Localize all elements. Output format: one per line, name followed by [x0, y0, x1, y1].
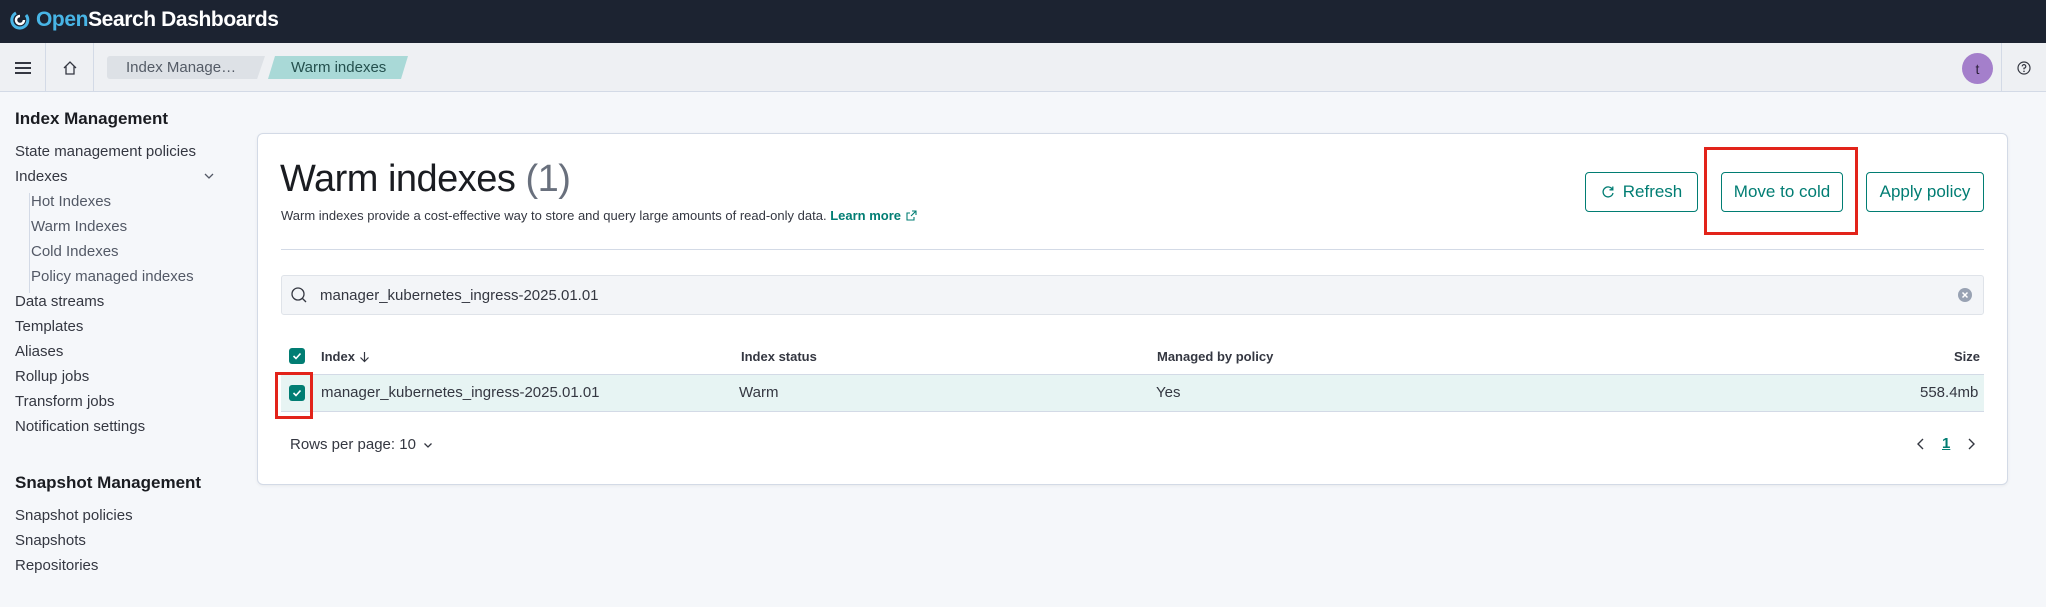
chevron-down-icon[interactable]	[202, 169, 216, 183]
sidebar-item-notification-settings[interactable]: Notification settings	[15, 417, 145, 437]
chevron-right-icon[interactable]	[1963, 436, 1979, 452]
apply-policy-button[interactable]: Apply policy	[1866, 172, 1984, 212]
move-to-cold-label: Move to cold	[1733, 182, 1831, 201]
top-header: OpenSearch Dashboards	[0, 0, 2046, 43]
sidebar: Index Management State management polici…	[0, 92, 240, 607]
sidebar-item-snapshot-policies[interactable]: Snapshot policies	[15, 506, 133, 526]
divider	[281, 249, 1984, 250]
logo-text: OpenSearch Dashboards	[36, 8, 279, 31]
sidebar-item-templates[interactable]: Templates	[15, 317, 83, 337]
divider	[2001, 43, 2002, 92]
select-all-checkbox[interactable]	[289, 348, 305, 364]
page-description: Warm indexes provide a cost-effective wa…	[281, 208, 917, 223]
sort-arrow-down-icon	[360, 352, 369, 363]
sidebar-item-transform-jobs[interactable]: Transform jobs	[15, 392, 114, 412]
refresh-label: Refresh	[1622, 182, 1683, 201]
sidebar-item-rollup-jobs[interactable]: Rollup jobs	[15, 367, 89, 387]
home-button[interactable]	[46, 43, 94, 92]
sidebar-item-snapshots[interactable]: Snapshots	[15, 531, 86, 551]
page-title: Warm indexes (1)	[280, 158, 571, 200]
sidebar-item-cold-indexes[interactable]: Cold Indexes	[31, 242, 119, 262]
apply-policy-label: Apply policy	[1879, 182, 1971, 201]
refresh-button[interactable]: Refresh	[1585, 172, 1698, 212]
chevron-left-icon[interactable]	[1913, 436, 1929, 452]
hamburger-icon	[14, 61, 31, 74]
checkmark-icon	[292, 389, 302, 397]
user-avatar[interactable]: t	[1962, 53, 1993, 84]
help-button[interactable]	[2012, 56, 2036, 80]
snapshot-management-title: Snapshot Management	[15, 473, 202, 492]
column-header-index[interactable]: Index	[321, 349, 370, 364]
index-management-title: Index Management	[15, 109, 169, 128]
menu-button[interactable]	[0, 43, 46, 92]
breadcrumb-warm-indexes: Warm indexes	[268, 56, 408, 79]
rows-per-page-selector[interactable]: Rows per page: 10	[290, 436, 434, 453]
opensearch-logo-icon	[10, 10, 30, 30]
external-link-icon	[906, 210, 917, 221]
cell-status: Warm	[739, 384, 779, 401]
nav-bar: Index Manage… Warm indexes t	[0, 43, 2046, 92]
column-header-managed-by-policy[interactable]: Managed by policy	[1157, 349, 1273, 364]
sidebar-item-warm-indexes[interactable]: Warm Indexes	[31, 217, 127, 237]
home-icon	[63, 60, 76, 75]
chevron-down-icon	[423, 442, 432, 448]
breadcrumb-index-management[interactable]: Index Manage…	[107, 56, 265, 79]
sidebar-item-aliases[interactable]: Aliases	[15, 342, 63, 362]
cell-index: manager_kubernetes_ingress-2025.01.01	[321, 384, 600, 401]
learn-more-link[interactable]: Learn more	[830, 208, 917, 223]
avatar-initial: t	[1975, 60, 1980, 77]
sidebar-item-state-management-policies[interactable]: State management policies	[15, 142, 196, 162]
checkmark-icon	[292, 352, 302, 360]
opensearch-logo[interactable]: OpenSearch Dashboards	[10, 5, 279, 35]
page-number[interactable]: 1	[1942, 435, 1950, 452]
clear-icon[interactable]	[1956, 286, 1974, 304]
sidebar-item-repositories[interactable]: Repositories	[15, 556, 98, 576]
search-input[interactable]	[320, 285, 1920, 305]
cell-size: 558.4mb	[1920, 384, 1979, 401]
submenu-line	[29, 193, 30, 293]
sidebar-item-indexes[interactable]: Indexes	[15, 167, 68, 187]
sidebar-item-hot-indexes[interactable]: Hot Indexes	[31, 192, 111, 212]
sidebar-item-policy-managed-indexes[interactable]: Policy managed indexes	[31, 267, 194, 287]
index-count: (1)	[525, 158, 571, 200]
search-icon	[291, 287, 307, 303]
row-checkbox[interactable]	[289, 385, 305, 401]
sidebar-item-data-streams[interactable]: Data streams	[15, 292, 104, 312]
move-to-cold-button[interactable]: Move to cold	[1721, 172, 1843, 212]
column-header-size[interactable]: Size	[1954, 349, 1980, 364]
refresh-icon	[1602, 186, 1614, 198]
column-header-index-status[interactable]: Index status	[741, 349, 817, 364]
help-icon	[2017, 61, 2031, 75]
cell-managed: Yes	[1156, 384, 1181, 401]
